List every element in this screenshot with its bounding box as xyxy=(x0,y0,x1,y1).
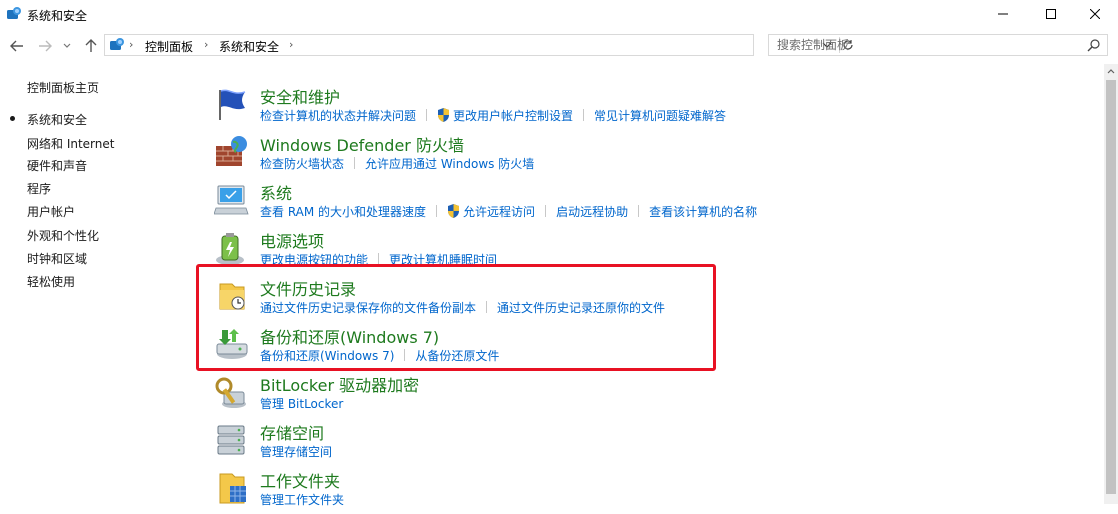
sidebar-item-user-accounts[interactable]: 用户帐户 xyxy=(27,203,75,220)
sidebar-item-system-security: 系统和安全 xyxy=(27,113,88,127)
window-title: 系统和安全 xyxy=(27,9,88,23)
link-separator xyxy=(545,205,547,217)
link-troubleshoot[interactable]: 常见计算机问题疑难解答 xyxy=(594,107,726,124)
link-uac-settings[interactable]: 更改用户帐户控制设置 xyxy=(453,107,573,124)
forward-button[interactable] xyxy=(36,37,54,55)
arrow-right-icon xyxy=(39,40,52,52)
chevron-up-icon xyxy=(1107,69,1115,74)
search-box[interactable] xyxy=(768,34,1108,56)
breadcrumb-control-panel[interactable]: 控制面板 xyxy=(145,38,193,55)
chevron-down-icon xyxy=(63,43,71,48)
storage-icon xyxy=(217,425,245,455)
category-title[interactable]: 工作文件夹 xyxy=(260,468,340,492)
category-system: 系统 查看 RAM 的大小和处理器速度 允许远程访问 启动远程协助 查看该计算机… xyxy=(214,180,1014,226)
search-input[interactable] xyxy=(769,35,1077,55)
sidebar-item-clock-region[interactable]: 时钟和区域 xyxy=(27,250,87,267)
link-separator xyxy=(436,205,438,217)
search-icon[interactable] xyxy=(1087,38,1101,52)
link-manage-storage[interactable]: 管理存储空间 xyxy=(260,443,332,460)
sidebar-item-ease-of-access[interactable]: 轻松使用 xyxy=(27,273,75,290)
category-firewall: Windows Defender 防火墙 检查防火墙状态 允许应用通过 Wind… xyxy=(214,132,1014,178)
back-button[interactable] xyxy=(8,37,26,55)
sidebar-item-network[interactable]: 网络和 Internet xyxy=(27,135,114,152)
flag-icon xyxy=(219,89,246,120)
category-security-maintenance: 安全和维护 检查计算机的状态并解决问题 更改用户帐户控制设置 常见计算机问题疑难… xyxy=(214,84,1014,130)
vertical-scrollbar[interactable] xyxy=(1104,64,1118,504)
breadcrumb-system-security[interactable]: 系统和安全 xyxy=(219,38,279,55)
title-bar: 系统和安全 xyxy=(0,0,1118,30)
battery-icon xyxy=(216,233,244,265)
scrollbar-thumb[interactable] xyxy=(1106,80,1116,494)
minimize-button[interactable] xyxy=(980,0,1026,28)
chevron-right-icon[interactable]: › xyxy=(204,38,208,51)
category-bitlocker: BitLocker 驱动器加密 管理 BitLocker xyxy=(214,372,1014,418)
link-separator xyxy=(638,205,640,217)
link-separator xyxy=(354,157,356,169)
link-computer-name[interactable]: 查看该计算机的名称 xyxy=(649,203,757,220)
link-manage-bitlocker[interactable]: 管理 BitLocker xyxy=(260,395,343,412)
link-firewall-status[interactable]: 检查防火墙状态 xyxy=(260,155,344,172)
control-panel-icon xyxy=(110,38,124,50)
link-view-ram[interactable]: 查看 RAM 的大小和处理器速度 xyxy=(260,203,426,220)
up-button[interactable] xyxy=(82,37,100,55)
chevron-right-icon[interactable]: › xyxy=(289,38,293,51)
firewall-icon xyxy=(216,136,247,166)
uac-shield-icon xyxy=(448,204,460,218)
sidebar-item-appearance[interactable]: 外观和个性化 xyxy=(27,227,99,244)
category-storage-spaces: 存储空间 管理存储空间 xyxy=(214,420,1014,466)
close-button[interactable] xyxy=(1072,0,1118,28)
link-separator xyxy=(583,109,585,121)
link-allow-app[interactable]: 允许应用通过 Windows 防火墙 xyxy=(365,155,534,172)
category-title[interactable]: 系统 xyxy=(260,180,292,204)
maximize-icon xyxy=(1046,9,1056,19)
sidebar-item-programs[interactable]: 程序 xyxy=(27,180,51,197)
maximize-button[interactable] xyxy=(1028,0,1074,28)
link-remote-access[interactable]: 允许远程访问 xyxy=(463,203,535,220)
link-remote-assistance[interactable]: 启动远程协助 xyxy=(556,203,628,220)
bitlocker-icon xyxy=(215,377,246,408)
arrow-up-icon xyxy=(85,39,97,52)
category-title[interactable]: Windows Defender 防火墙 xyxy=(260,132,464,156)
arrow-left-icon xyxy=(10,40,23,52)
computer-icon xyxy=(214,185,249,215)
current-item-bullet xyxy=(10,116,15,121)
chevron-right-icon: › xyxy=(129,38,134,51)
minimize-icon xyxy=(998,13,1008,15)
category-title[interactable]: BitLocker 驱动器加密 xyxy=(260,372,419,396)
close-icon xyxy=(1090,9,1100,19)
highlight-box xyxy=(196,264,716,371)
uac-shield-icon xyxy=(438,108,450,122)
category-title[interactable]: 电源选项 xyxy=(260,228,324,252)
sidebar-item-control-panel-home[interactable]: 控制面板主页 xyxy=(27,79,99,96)
control-panel-icon xyxy=(7,7,21,19)
link-separator xyxy=(426,109,428,121)
category-title[interactable]: 安全和维护 xyxy=(260,84,340,108)
category-work-folders: 工作文件夹 管理工作文件夹 xyxy=(214,468,1014,514)
recent-locations-button[interactable] xyxy=(60,37,74,55)
link-manage-work-folders[interactable]: 管理工作文件夹 xyxy=(260,491,344,508)
work-folder-icon xyxy=(219,473,246,504)
sidebar-item-hardware-sound[interactable]: 硬件和声音 xyxy=(27,157,87,174)
scroll-up-button[interactable] xyxy=(1104,64,1118,78)
link-check-status[interactable]: 检查计算机的状态并解决问题 xyxy=(260,107,416,124)
category-title[interactable]: 存储空间 xyxy=(260,420,324,444)
address-bar[interactable]: › 控制面板 › 系统和安全 › xyxy=(104,34,853,56)
